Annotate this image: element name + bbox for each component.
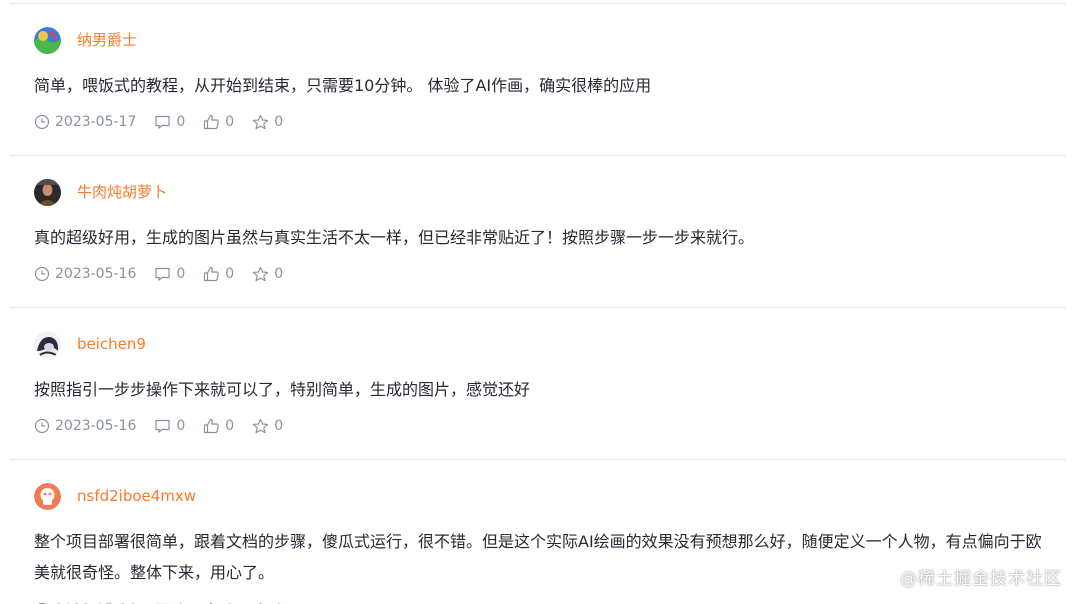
reply-button[interactable]: 0 bbox=[154, 264, 185, 284]
thumbs-up-icon bbox=[204, 114, 220, 130]
comment-meta: 2023-05-16 0 0 0 bbox=[34, 600, 301, 604]
comment-text: 简单，喂饭式的教程，从开始到结束，只需要10分钟。 体验了AI作画，确实很棒的应… bbox=[34, 76, 652, 95]
thumbs-up-icon bbox=[204, 266, 220, 282]
username[interactable]: 纳男爵士 bbox=[77, 30, 137, 50]
avatar[interactable] bbox=[34, 482, 61, 510]
date-text: 2023-05-16 bbox=[55, 600, 136, 604]
watermark: @稀土掘金技术社区 bbox=[900, 569, 1062, 589]
comment-item: beichen9 按照指引一步步操作下来就可以了，特别简单，生成的图片，感觉还好… bbox=[10, 307, 1066, 458]
like-button[interactable]: 0 bbox=[203, 264, 234, 284]
avatar[interactable] bbox=[34, 330, 61, 358]
reply-button[interactable]: 0 bbox=[154, 600, 185, 604]
favorite-button[interactable]: 0 bbox=[252, 264, 283, 284]
like-count: 0 bbox=[225, 114, 235, 130]
favorite-count: 0 bbox=[274, 114, 284, 130]
date: 2023-05-16 bbox=[34, 600, 136, 604]
date-text: 2023-05-16 bbox=[55, 266, 137, 282]
favorite-count: 0 bbox=[274, 266, 284, 282]
comment-meta: 2023-05-16 0 0 0 bbox=[34, 264, 301, 284]
favorite-count: 0 bbox=[274, 600, 283, 604]
reply-button[interactable]: 0 bbox=[154, 112, 185, 132]
comment-meta: 2023-05-16 0 0 0 bbox=[34, 416, 301, 436]
favorite-button[interactable]: 0 bbox=[252, 416, 283, 436]
date-text: 2023-05-16 bbox=[55, 418, 137, 434]
thumbs-up-icon bbox=[204, 418, 220, 434]
comment-item: 牛肉炖胡萝卜 真的超级好用，生成的图片虽然与真实生活不太一样，但已经非常贴近了！… bbox=[10, 155, 1066, 306]
star-icon bbox=[253, 266, 269, 282]
comment-icon bbox=[155, 267, 170, 281]
comment-list: 纳男爵士 简单，喂饭式的教程，从开始到结束，只需要10分钟。 体验了AI作画，确… bbox=[0, 0, 1080, 604]
like-count: 0 bbox=[225, 266, 235, 282]
date: 2023-05-16 bbox=[34, 416, 136, 436]
comment-author[interactable]: 纳男爵士 bbox=[34, 26, 137, 54]
like-count: 0 bbox=[225, 600, 234, 604]
clock-icon bbox=[34, 114, 50, 130]
username[interactable]: beichen9 bbox=[77, 334, 146, 354]
comment-count: 0 bbox=[176, 600, 185, 604]
comment-author[interactable]: beichen9 bbox=[34, 330, 146, 358]
star-icon bbox=[253, 418, 269, 434]
favorite-button[interactable]: 0 bbox=[252, 112, 283, 132]
star-icon bbox=[253, 114, 269, 130]
comment-count: 0 bbox=[176, 114, 186, 130]
favorite-button[interactable]: 0 bbox=[252, 600, 283, 604]
date-text: 2023-05-17 bbox=[55, 114, 137, 130]
like-button[interactable]: 0 bbox=[203, 416, 234, 436]
clock-icon bbox=[34, 418, 50, 434]
like-count: 0 bbox=[225, 418, 235, 434]
comment-text: 按照指引一步步操作下来就可以了，特别简单，生成的图片，感觉还好 bbox=[34, 380, 531, 399]
like-button[interactable]: 0 bbox=[203, 600, 234, 604]
like-button[interactable]: 0 bbox=[203, 112, 234, 132]
comment-meta: 2023-05-17 0 0 0 bbox=[34, 112, 301, 132]
comment-count: 0 bbox=[176, 418, 186, 434]
comment-icon bbox=[155, 115, 170, 129]
comment-text: 真的超级好用，生成的图片虽然与真实生活不太一样，但已经非常贴近了！按照步骤一步一… bbox=[34, 228, 755, 247]
comment-author[interactable]: nsfd2iboe4mxw bbox=[34, 482, 196, 510]
comment-author[interactable]: 牛肉炖胡萝卜 bbox=[34, 178, 167, 206]
reply-button[interactable]: 0 bbox=[154, 416, 185, 436]
clock-icon bbox=[34, 266, 50, 282]
comment-icon bbox=[155, 419, 170, 433]
favorite-count: 0 bbox=[274, 418, 284, 434]
comment-item: 纳男爵士 简单，喂饭式的教程，从开始到结束，只需要10分钟。 体验了AI作画，确… bbox=[10, 3, 1066, 154]
avatar[interactable] bbox=[34, 26, 61, 54]
avatar[interactable] bbox=[34, 178, 61, 206]
comment-count: 0 bbox=[176, 266, 186, 282]
date: 2023-05-16 bbox=[34, 264, 136, 284]
username[interactable]: nsfd2iboe4mxw bbox=[77, 486, 196, 506]
username[interactable]: 牛肉炖胡萝卜 bbox=[77, 182, 167, 202]
date: 2023-05-17 bbox=[34, 112, 136, 132]
